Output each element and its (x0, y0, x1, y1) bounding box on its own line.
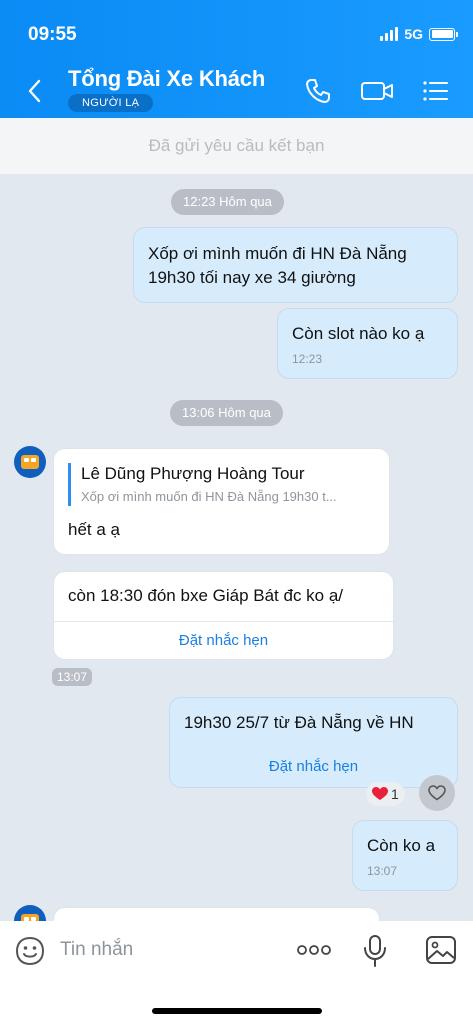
time-divider: 12:23 Hôm qua (171, 189, 284, 215)
status-time: 09:55 (28, 24, 77, 45)
avatar[interactable] (14, 905, 46, 921)
chat-header: 09:55 5G Tổng Đài Xe Khách NGƯỜI LẠ (0, 0, 473, 118)
message-text: 19h30 25/7 từ Đà Nẵng về HN (184, 713, 414, 732)
bus-icon (21, 455, 39, 469)
mic-icon[interactable] (362, 934, 388, 968)
message-text: Xốp ơi mình muốn đi HN Đà Nẵng 19h30 tối… (148, 244, 407, 287)
message-text: còn 18:30 đón bxe Giáp Bát đc ko ạ/ (68, 586, 344, 605)
quote-text: Xốp ơi mình muốn đi HN Đà Nẵng 19h30 t..… (81, 489, 337, 504)
message-text: Còn ko a (367, 836, 436, 855)
signal-icon (380, 27, 399, 41)
phone-icon[interactable] (303, 76, 333, 106)
network-label: 5G (404, 26, 423, 42)
message-incoming[interactable]: còn 18:30 đón bxe Giáp Bát đc ko ạ/ Đặt … (53, 571, 394, 660)
sticker-icon[interactable] (14, 935, 46, 967)
message-time: 13:07 (52, 668, 93, 686)
status-indicators: 5G (380, 26, 458, 42)
reaction-count: 1 (391, 786, 399, 802)
video-icon[interactable] (360, 76, 394, 106)
message-text: hết a ạ (68, 520, 120, 539)
menu-icon[interactable] (420, 76, 450, 106)
message-incoming-partial[interactable] (53, 907, 380, 921)
avatar[interactable] (14, 446, 46, 478)
home-indicator[interactable] (152, 1008, 322, 1014)
set-reminder-button[interactable]: Đặt nhắc hẹn (54, 621, 393, 659)
quote-author: Lê Dũng Phượng Hoàng Tour (81, 464, 305, 483)
message-time: 12:23 (292, 352, 323, 366)
message-outgoing[interactable]: Xốp ơi mình muốn đi HN Đà Nẵng 19h30 tối… (133, 227, 458, 303)
message-outgoing[interactable]: Còn slot nào ko ạ 12:23 (277, 308, 458, 379)
message-text: Còn slot nào ko ạ (292, 324, 425, 343)
quoted-message[interactable]: Lê Dũng Phượng Hoàng Tour Xốp ơi mình mu… (68, 463, 375, 506)
image-icon[interactable] (425, 935, 457, 965)
message-incoming-reply[interactable]: Lê Dũng Phượng Hoàng Tour Xốp ơi mình mu… (53, 448, 390, 555)
more-icon[interactable] (296, 943, 332, 957)
message-outgoing[interactable]: 19h30 25/7 từ Đà Nẵng về HN Đặt nhắc hẹn (169, 697, 458, 788)
heart-icon (372, 787, 388, 800)
stranger-badge: NGƯỜI LẠ (68, 94, 154, 112)
friend-request-banner: Đã gửi yêu cầu kết bạn (0, 118, 473, 174)
message-time: 13:07 (367, 864, 398, 878)
like-button[interactable] (419, 775, 455, 811)
bus-icon (21, 914, 39, 921)
page-title[interactable]: Tổng Đài Xe Khách (68, 66, 265, 92)
battery-icon (429, 27, 458, 41)
reaction-badge[interactable]: 1 (366, 782, 405, 806)
message-input[interactable]: Tin nhắn (60, 939, 133, 961)
back-icon[interactable] (24, 76, 46, 106)
set-reminder-button[interactable]: Đặt nhắc hẹn (170, 746, 457, 787)
heart-outline-icon (428, 785, 446, 801)
time-divider: 13:06 Hôm qua (170, 400, 283, 426)
chat-area[interactable]: 12:23 Hôm qua Xốp ơi mình muốn đi HN Đà … (0, 174, 473, 921)
message-outgoing[interactable]: Còn ko a 13:07 (352, 820, 458, 891)
